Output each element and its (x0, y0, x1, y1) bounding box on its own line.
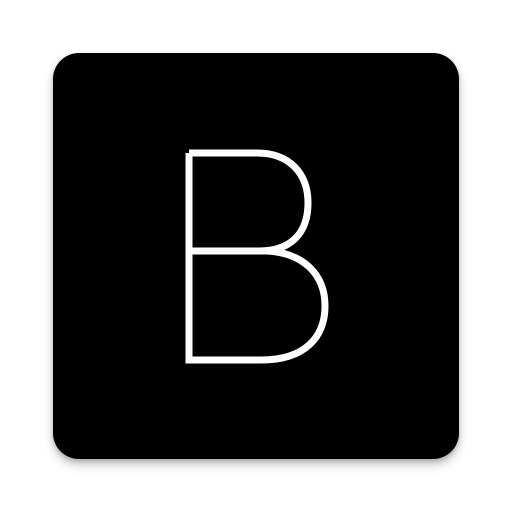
app-icon[interactable] (53, 53, 459, 459)
letter-b-icon (53, 53, 459, 459)
letter-b-stroke (185, 149, 329, 364)
launcher-canvas (0, 0, 512, 512)
